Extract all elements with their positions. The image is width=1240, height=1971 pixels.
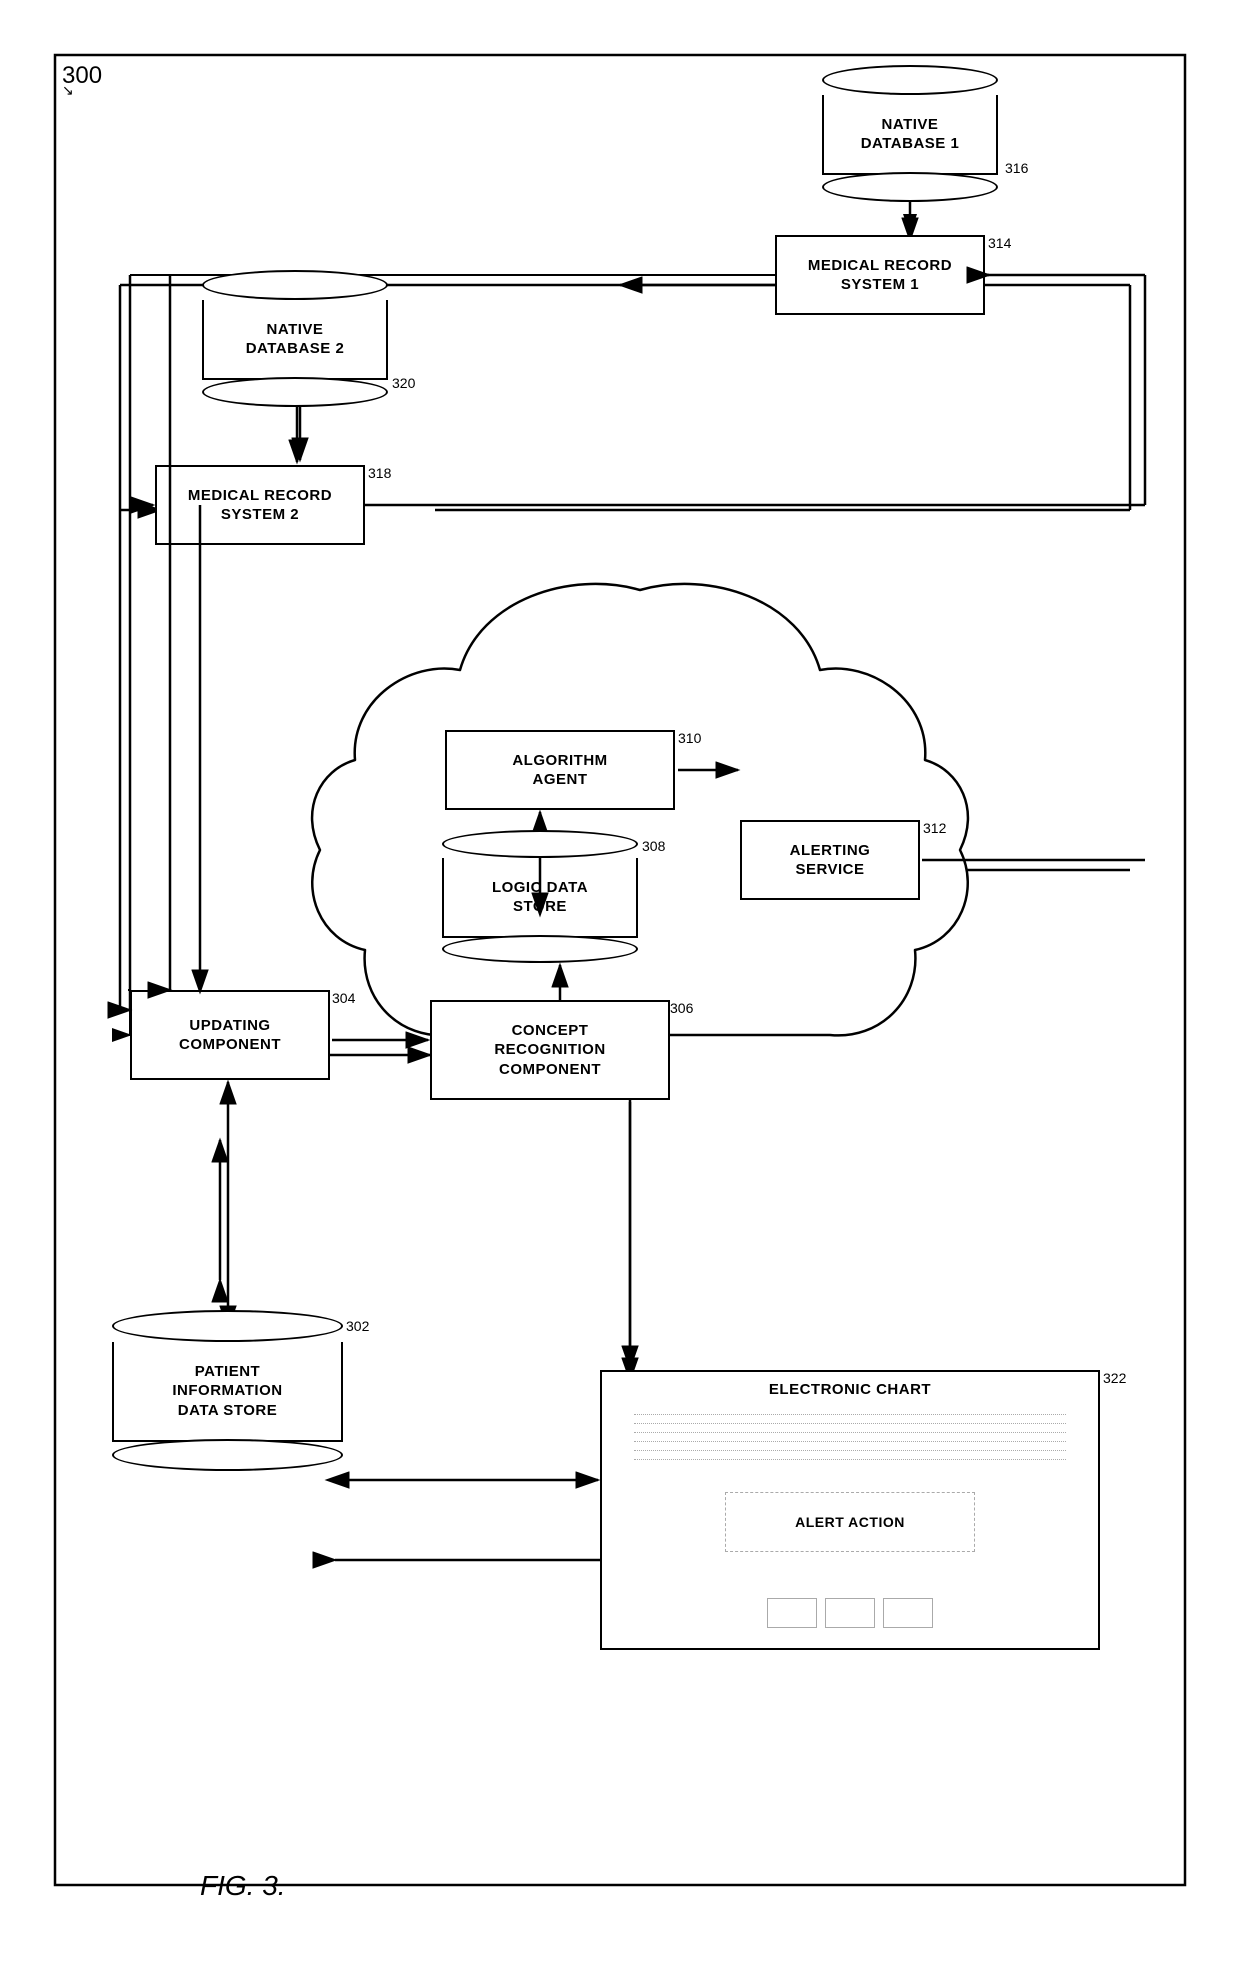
medical-record-system1: MEDICAL RECORDSYSTEM 1 [775, 235, 985, 315]
logic-data-store: LOGIC DATASTORE [440, 830, 640, 963]
chart-box2 [825, 1598, 875, 1628]
chart-box1 [767, 1598, 817, 1628]
alerting-service-ref: 312 [923, 820, 946, 836]
alerting-service: ALERTINGSERVICE [740, 820, 920, 900]
patient-info-ref: 302 [346, 1318, 369, 1334]
patient-info: PATIENTINFORMATIONDATA STORE [110, 1310, 345, 1471]
updating-component-ref: 304 [332, 990, 355, 1006]
logic-data-store-ref: 308 [642, 838, 665, 854]
native-db1-ref: 316 [1005, 160, 1028, 176]
updating-component: UPDATINGCOMPONENT [130, 990, 330, 1080]
algorithm-agent-ref: 310 [678, 730, 701, 746]
concept-recognition: CONCEPTRECOGNITIONCOMPONENT [430, 1000, 670, 1100]
electronic-chart: ELECTRONIC CHART ALERT ACTION [600, 1370, 1100, 1650]
medical-record1-ref: 314 [988, 235, 1011, 251]
native-db1: NATIVEDATABASE 1 [820, 65, 1000, 202]
native-db2-ref: 320 [392, 375, 415, 391]
concept-recognition-ref: 306 [670, 1000, 693, 1016]
diagram-container: 300 ↘ NATIVEDATABASE 1 316 MEDICAL RECOR… [0, 0, 1240, 1971]
medical-record-system2: MEDICAL RECORDSYSTEM 2 [155, 465, 365, 545]
algorithm-agent: ALGORITHMAGENT [445, 730, 675, 810]
alert-action-inner: ALERT ACTION [725, 1492, 975, 1552]
native-db2: NATIVEDATABASE 2 [200, 270, 390, 407]
figure-label: FIG. 3. [200, 1870, 286, 1902]
chart-box3 [883, 1598, 933, 1628]
medical-record2-ref: 318 [368, 465, 391, 481]
electronic-chart-ref: 322 [1103, 1370, 1126, 1386]
